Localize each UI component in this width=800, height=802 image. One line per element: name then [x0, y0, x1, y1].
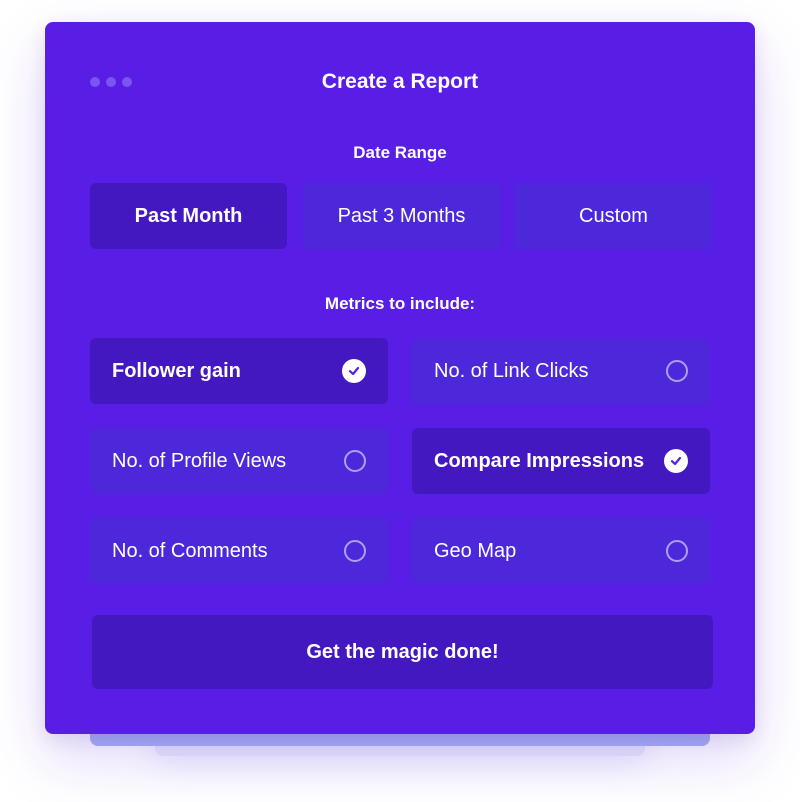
radio-circle-icon	[344, 450, 366, 472]
generate-report-button[interactable]: Get the magic done!	[92, 615, 713, 689]
metric-profile-views[interactable]: No. of Profile Views	[90, 428, 388, 494]
date-option-label: Past Month	[134, 204, 243, 227]
page-title: Create a Report	[321, 70, 479, 93]
radio-circle-icon	[666, 360, 688, 382]
date-option-custom[interactable]: Custom	[515, 183, 712, 249]
generate-report-label: Get the magic done!	[306, 640, 499, 663]
metric-geo-map[interactable]: Geo Map	[412, 518, 710, 584]
metric-label: No. of Comments	[112, 539, 268, 562]
metric-label: Geo Map	[434, 539, 517, 562]
metric-label: No. of Link Clicks	[434, 359, 589, 382]
checkmark-icon	[664, 449, 688, 473]
date-option-past-3-months[interactable]: Past 3 Months	[303, 183, 500, 249]
metric-label: Follower gain	[112, 359, 241, 382]
radio-circle-icon	[666, 540, 688, 562]
create-report-card: Create a Report Date Range Past Month Pa…	[45, 22, 755, 734]
date-range-label: Date Range	[353, 143, 447, 162]
date-option-label: Custom	[579, 204, 648, 227]
date-option-label: Past 3 Months	[337, 204, 466, 227]
metrics-label: Metrics to include:	[324, 294, 476, 313]
checkmark-icon	[342, 359, 366, 383]
metric-compare-impressions[interactable]: Compare Impressions	[412, 428, 710, 494]
metric-label: No. of Profile Views	[112, 449, 287, 472]
metric-link-clicks[interactable]: No. of Link Clicks	[412, 338, 710, 404]
radio-circle-icon	[344, 540, 366, 562]
date-option-past-month[interactable]: Past Month	[90, 183, 287, 249]
metric-label: Compare Impressions	[434, 449, 645, 472]
metric-follower-gain[interactable]: Follower gain	[90, 338, 388, 404]
metric-comments[interactable]: No. of Comments	[90, 518, 388, 584]
